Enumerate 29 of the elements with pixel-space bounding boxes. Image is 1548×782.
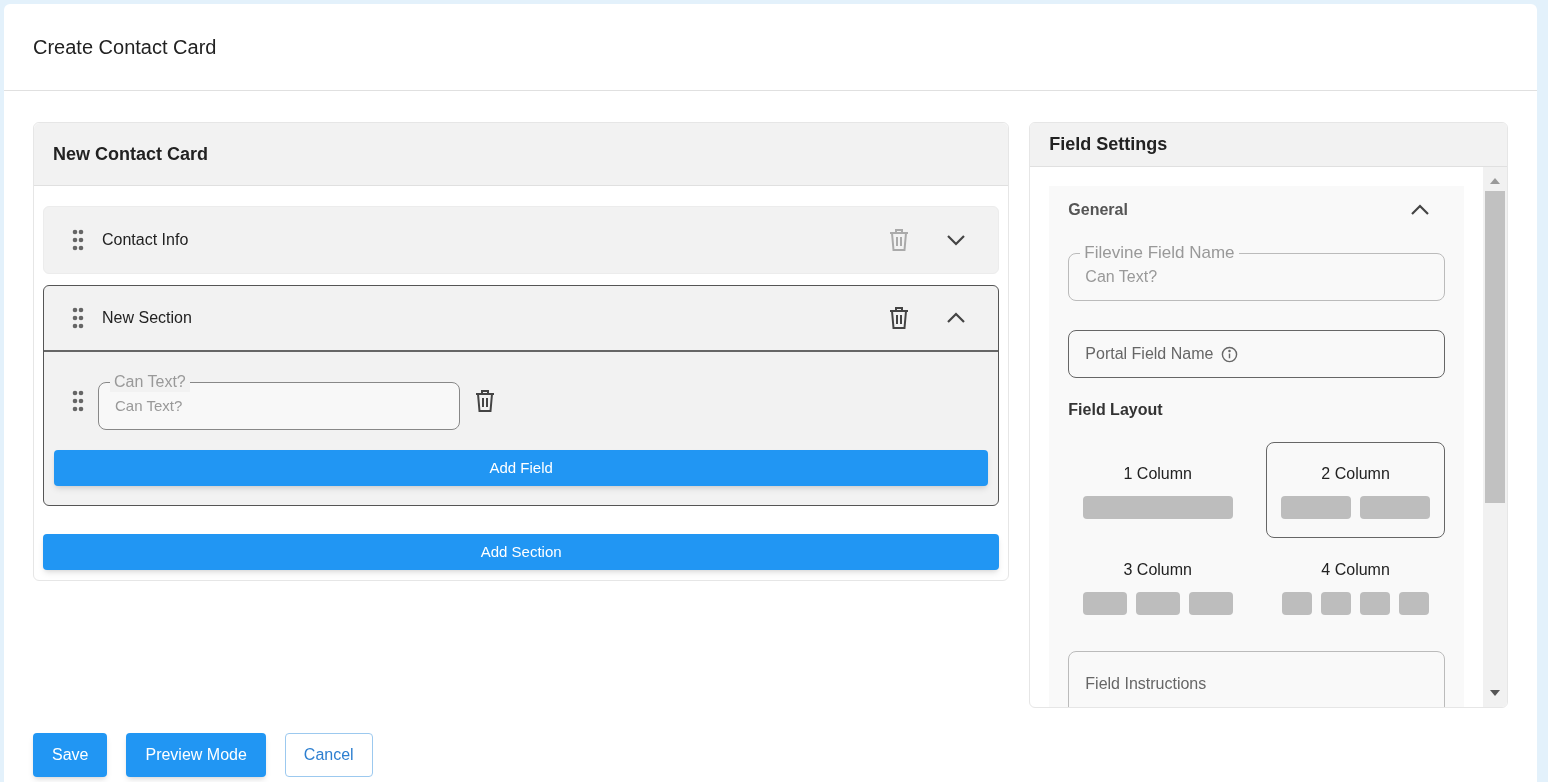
action-button[interactable]: Preview Mode <box>126 733 266 777</box>
scroll-down-arrow-icon[interactable] <box>1490 689 1500 697</box>
section-title: General <box>1068 200 1128 220</box>
layout-option[interactable]: 2 Column <box>1266 442 1445 538</box>
panel-title: Field Settings <box>1049 133 1168 156</box>
chevron-up-icon[interactable] <box>946 312 967 324</box>
drag-handle-icon[interactable] <box>72 307 84 329</box>
action-button[interactable]: Save <box>33 733 108 777</box>
field-layout-title: Field Layout <box>1068 400 1164 420</box>
input-field[interactable]: Portal Field Name <box>1068 330 1445 378</box>
chevron-up-icon[interactable] <box>1410 204 1430 216</box>
add-section-button[interactable]: Add Section <box>43 534 1000 570</box>
scrollbar[interactable] <box>1483 167 1507 707</box>
add-field-button[interactable]: Add Field <box>54 450 989 486</box>
chevron-down-icon[interactable] <box>946 234 967 246</box>
section-title: Contact Info <box>102 230 190 250</box>
drag-handle-icon[interactable] <box>72 229 84 251</box>
action-button[interactable]: Cancel <box>284 733 373 777</box>
layout-option[interactable]: 3 Column <box>1068 538 1248 634</box>
section-title: New Section <box>102 308 193 328</box>
card-title: New Contact Card <box>53 142 209 166</box>
input-field[interactable]: Field Instructions <box>1068 651 1445 707</box>
layout-option[interactable]: 4 Column <box>1266 538 1445 634</box>
info-icon <box>1221 345 1239 363</box>
layout-option[interactable]: 1 Column <box>1068 442 1248 538</box>
drag-handle-icon[interactable] <box>72 390 84 412</box>
page-title: Create Contact Card <box>33 35 217 60</box>
delete-icon[interactable] <box>474 389 496 413</box>
delete-icon[interactable] <box>888 306 911 330</box>
